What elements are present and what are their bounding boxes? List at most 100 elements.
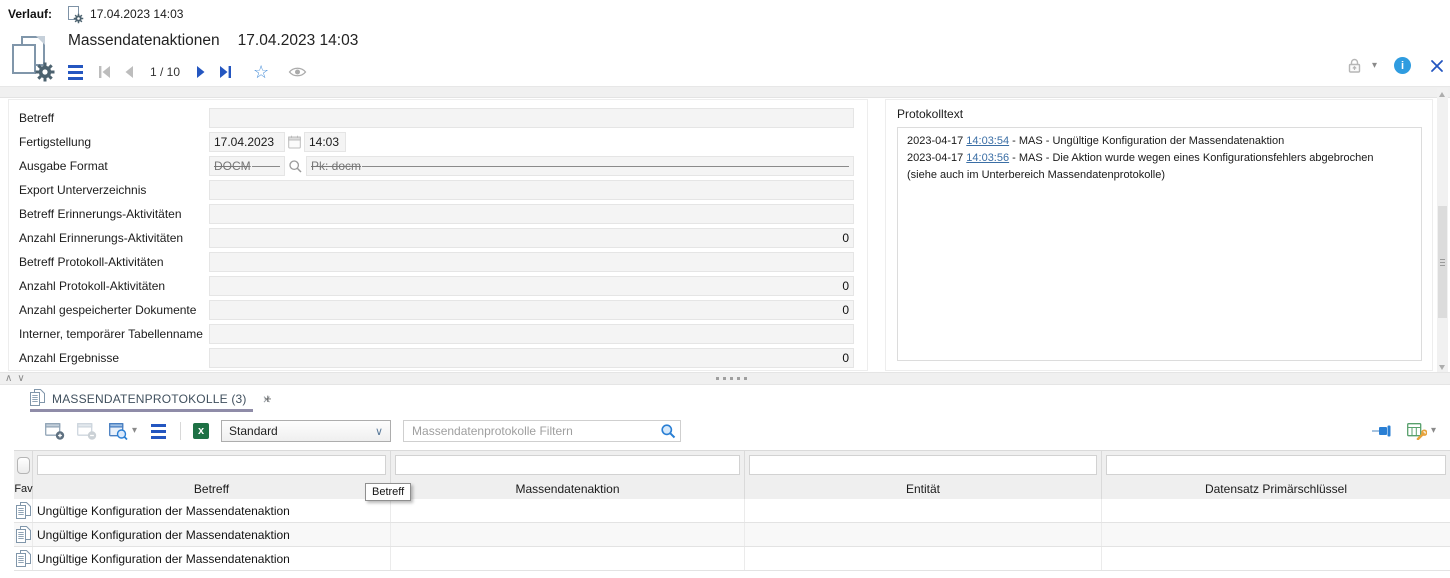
field-label: Anzahl Protokoll-Aktivitäten: [9, 279, 209, 293]
cell-betreff[interactable]: Ungültige Konfiguration der Massendatena…: [33, 499, 391, 522]
column-header-entitaet[interactable]: Entität: [745, 479, 1102, 499]
splitter-collapse-down-icon[interactable]: ∨: [17, 373, 24, 384]
nav-last-button[interactable]: [219, 66, 232, 78]
search-dropdown-icon[interactable]: ▾: [132, 426, 137, 436]
tab-massendatenprotokolle[interactable]: MASSENDATENPROTOKOLLE (3) ×: [30, 389, 271, 409]
record-date: 17.04.2023 14:03: [238, 32, 359, 50]
field-label: Interner, temporärer Tabellenname: [9, 327, 209, 341]
text-field[interactable]: [209, 180, 854, 200]
view-select-value: Standard: [229, 424, 278, 438]
cell-entitaet[interactable]: [745, 499, 1102, 522]
protocol-line: 2023-04-1714:03:54- MAS - Ungültige Konf…: [907, 133, 1412, 150]
text-field[interactable]: [209, 252, 854, 272]
pin-icon[interactable]: [1371, 425, 1393, 437]
nav-prev-button[interactable]: [124, 66, 134, 78]
favorite-star-icon[interactable]: ☆: [253, 63, 269, 81]
select-chevron-icon: ∨: [375, 425, 383, 438]
vertical-scrollbar[interactable]: [1437, 88, 1448, 374]
filter-input-massendatenaktion[interactable]: [395, 455, 740, 475]
splitter-grip[interactable]: [716, 377, 747, 380]
text-field[interactable]: [209, 204, 854, 224]
calendar-icon[interactable]: [288, 135, 301, 149]
record-toolbar: 1 / 10 ☆: [66, 58, 307, 86]
protocol-time-link[interactable]: 14:03:54: [966, 135, 1009, 147]
table-settings-dropdown-icon[interactable]: ▾: [1431, 426, 1436, 436]
field-label: Anzahl gespeicherter Dokumente: [9, 303, 209, 317]
cell-massendatenaktion[interactable]: [391, 547, 745, 570]
info-icon[interactable]: i: [1394, 57, 1411, 74]
cell-betreff[interactable]: Ungültige Konfiguration der Massendatena…: [33, 547, 391, 570]
watch-eye-icon[interactable]: [288, 66, 307, 78]
form-row: Betreff Erinnerungs-Aktivitäten: [9, 202, 867, 226]
nav-next-button[interactable]: [196, 66, 206, 78]
page-title: Massendatenaktionen: [68, 32, 220, 50]
nav-first-button[interactable]: [98, 66, 111, 78]
protocol-textarea[interactable]: 2023-04-1714:03:54- MAS - Ungültige Konf…: [897, 127, 1422, 361]
column-header-massendatenaktion[interactable]: Massendatenaktion: [391, 479, 745, 499]
window-controls: ▾ i: [1346, 57, 1444, 74]
text-field[interactable]: 0: [209, 348, 854, 368]
table-settings-icon[interactable]: ▾: [1407, 423, 1436, 440]
tab-pages-icon: [30, 389, 45, 409]
lock-icon[interactable]: [1346, 57, 1363, 74]
cell-massendatenaktion[interactable]: [391, 499, 745, 522]
filter-input-datensatz[interactable]: [1106, 455, 1446, 475]
lookup-search-icon[interactable]: [288, 159, 303, 174]
text-field[interactable]: 0: [209, 276, 854, 296]
protocol-time-link[interactable]: 14:03:56: [966, 152, 1009, 164]
excel-export-icon[interactable]: x: [193, 423, 209, 439]
table-row[interactable]: Ungültige Konfiguration der Massendatena…: [14, 499, 1450, 523]
view-select[interactable]: Standard ∨: [221, 420, 391, 442]
row-fav-cell[interactable]: [14, 499, 33, 522]
history-entry-label: 17.04.2023 14:03: [90, 7, 183, 21]
field-label: Betreff Erinnerungs-Aktivitäten: [9, 207, 209, 221]
field-label: Betreff: [9, 111, 209, 125]
add-record-icon[interactable]: [45, 423, 65, 440]
menu-icon[interactable]: [66, 63, 85, 82]
list-filter: [403, 420, 681, 442]
cell-entitaet[interactable]: [745, 547, 1102, 570]
lookup-value-field[interactable]: Pk: docm: [306, 156, 854, 176]
massendatenaktion-app-icon: [10, 35, 56, 83]
form-row: Interner, temporärer Tabellenname: [9, 322, 867, 346]
lock-dropdown-icon[interactable]: ▾: [1372, 61, 1377, 71]
fav-toggle-icon[interactable]: [17, 457, 30, 474]
remove-record-icon[interactable]: [77, 423, 97, 440]
search-records-icon[interactable]: ▾: [109, 423, 137, 440]
text-field[interactable]: [209, 324, 854, 344]
panel-splitter[interactable]: ∧ ∨: [0, 372, 1450, 385]
text-field[interactable]: [209, 108, 854, 128]
cell-betreff[interactable]: Ungültige Konfiguration der Massendatena…: [33, 523, 391, 546]
cell-datensatz[interactable]: [1102, 499, 1450, 522]
filter-input-entitaet[interactable]: [749, 455, 1097, 475]
cell-datensatz[interactable]: [1102, 523, 1450, 546]
window-title: Massendatenaktionen 17.04.2023 14:03: [68, 32, 358, 50]
date-field[interactable]: 17.04.2023: [209, 132, 285, 152]
cell-datensatz[interactable]: [1102, 547, 1450, 570]
add-tab-button[interactable]: +: [264, 391, 272, 406]
column-header-fav[interactable]: Fav: [14, 479, 33, 499]
table-row[interactable]: Ungültige Konfiguration der Massendatena…: [14, 523, 1450, 547]
filter-input-betreff[interactable]: [37, 455, 386, 475]
scrollbar-thumb[interactable]: [1438, 206, 1447, 318]
row-fav-cell[interactable]: [14, 547, 33, 570]
column-header-datensatz[interactable]: Datensatz Primärschlüssel: [1102, 479, 1450, 499]
list-menu-icon[interactable]: [149, 422, 168, 441]
splitter-collapse-up-icon[interactable]: ∧: [5, 373, 12, 384]
row-fav-cell[interactable]: [14, 523, 33, 546]
form-row: Betreff: [9, 106, 867, 130]
column-header-betreff[interactable]: Betreff: [33, 479, 391, 499]
text-field[interactable]: 0: [209, 300, 854, 320]
cell-massendatenaktion[interactable]: [391, 523, 745, 546]
history-entry[interactable]: 17.04.2023 14:03: [68, 6, 183, 23]
time-field[interactable]: 14:03: [304, 132, 346, 152]
list-filter-input[interactable]: [403, 420, 681, 442]
close-icon[interactable]: [1430, 59, 1444, 73]
text-field[interactable]: 0: [209, 228, 854, 248]
cell-entitaet[interactable]: [745, 523, 1102, 546]
lookup-code-field[interactable]: DOCM: [209, 156, 285, 176]
filter-search-icon[interactable]: [660, 423, 676, 442]
table-row[interactable]: Ungültige Konfiguration der Massendatena…: [14, 547, 1450, 571]
scroll-down-icon[interactable]: [1439, 365, 1445, 370]
scroll-up-icon[interactable]: [1439, 92, 1445, 97]
